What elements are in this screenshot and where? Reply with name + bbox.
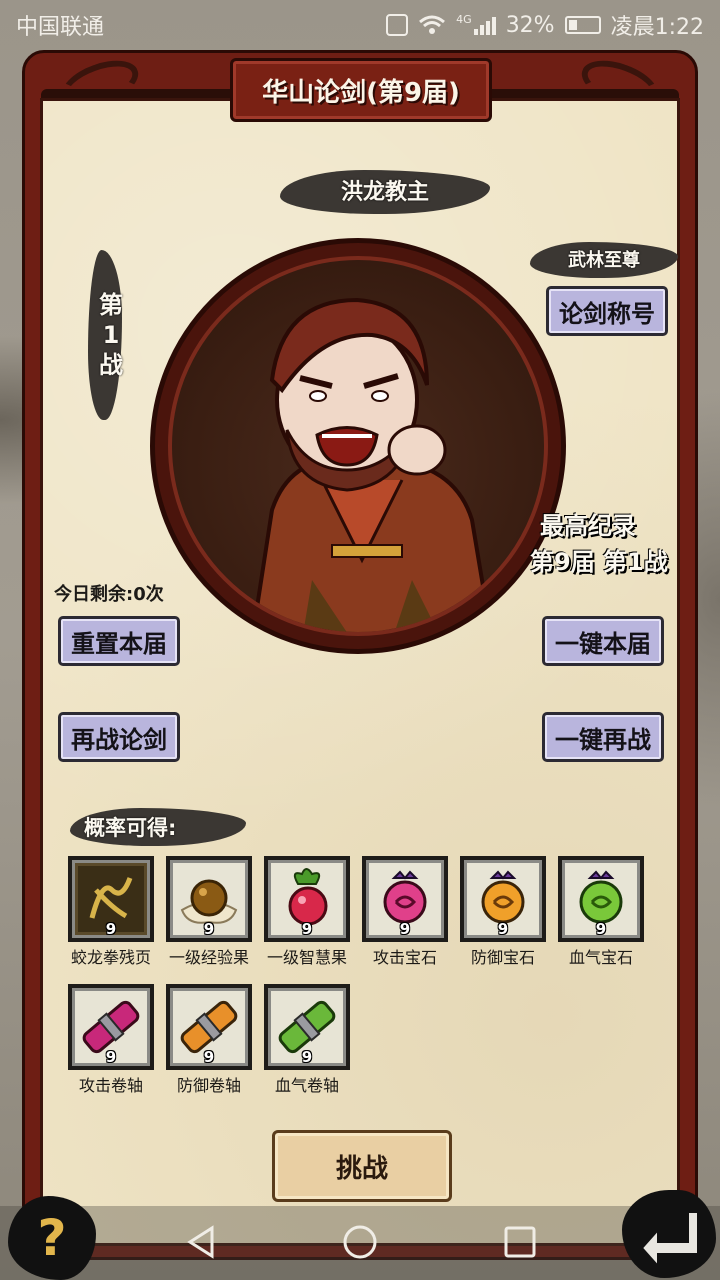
reward-item[interactable]: 9 <box>558 856 644 942</box>
battle-number-line2: 1 <box>102 321 120 349</box>
battle-number: 第 1 战 <box>96 290 126 380</box>
home-circle-icon[interactable] <box>340 1222 380 1262</box>
wifi-icon <box>419 15 446 34</box>
status-bar: 中国联通 4G 32% 凌晨1:22 <box>0 0 720 50</box>
recents-square-icon[interactable] <box>500 1222 540 1262</box>
battery-percent: 32% <box>505 12 555 38</box>
page-title: 华山论剑(第9届) <box>262 77 460 108</box>
item-count: 9 <box>105 1048 117 1066</box>
rank-title: 武林至尊 <box>568 250 640 271</box>
item-count: 9 <box>399 920 411 938</box>
reward-item[interactable]: 9 <box>460 856 546 942</box>
return-button[interactable] <box>622 1190 716 1278</box>
status-icons: 4G 32% 凌晨1:22 <box>386 9 704 41</box>
item-count: 9 <box>105 920 117 938</box>
reward-item[interactable]: 9 <box>264 856 350 942</box>
network-type: 4G <box>456 12 472 26</box>
reward-name: 血气宝石 <box>568 948 633 967</box>
rewards-label: 概率可得: <box>84 816 177 840</box>
reward-name: 攻击宝石 <box>372 948 437 967</box>
remaining-attempts: 今日剩余:0次 <box>54 584 164 605</box>
item-count: 9 <box>595 920 607 938</box>
help-button[interactable]: ? <box>8 1196 96 1280</box>
battle-number-line3: 战 <box>99 351 123 379</box>
item-count: 9 <box>497 920 509 938</box>
back-triangle-icon[interactable] <box>182 1222 222 1262</box>
opponent-portrait <box>168 256 548 636</box>
challenge-button[interactable]: 挑战 <box>272 1130 452 1202</box>
item-count: 9 <box>301 920 313 938</box>
clock: 凌晨1:22 <box>610 15 704 40</box>
reward-item[interactable]: 9 <box>264 984 350 1070</box>
best-record-value: 第9届 第1战 <box>530 548 668 576</box>
reward-name: 血气卷轴 <box>274 1076 339 1095</box>
battery-icon <box>564 16 601 34</box>
opponent-name: 洪龙教主 <box>340 180 429 205</box>
signal-icon <box>473 15 496 35</box>
carrier-name: 中国联通 <box>16 15 105 40</box>
battle-number-line1: 第 <box>99 291 123 319</box>
return-arrow-icon <box>640 1211 699 1269</box>
reward-item[interactable]: 9 <box>166 856 252 942</box>
opponent-character-image <box>251 297 493 632</box>
rechallenge-button[interactable]: 再战论剑 <box>58 712 180 762</box>
item-count: 9 <box>301 1048 313 1066</box>
reward-name: 蛟龙拳残页 <box>70 948 151 967</box>
reward-item[interactable]: 9 <box>362 856 448 942</box>
item-count: 9 <box>203 1048 215 1066</box>
reward-item[interactable]: 9 <box>166 984 252 1070</box>
reward-item[interactable]: 9 <box>68 856 154 942</box>
vibrate-icon <box>386 14 409 36</box>
one-key-current-button[interactable]: 一键本届 <box>542 616 664 666</box>
one-key-again-button[interactable]: 一键再战 <box>542 712 664 762</box>
reset-button[interactable]: 重置本届 <box>58 616 180 666</box>
reward-name: 一级智慧果 <box>266 948 347 967</box>
title-button[interactable]: 论剑称号 <box>546 286 668 336</box>
item-count: 9 <box>203 920 215 938</box>
reward-name: 攻击卷轴 <box>78 1076 143 1095</box>
best-record-label: 最高纪录 <box>540 512 636 540</box>
reward-item[interactable]: 9 <box>68 984 154 1070</box>
reward-name: 防御宝石 <box>470 948 535 967</box>
reward-name: 一级经验果 <box>168 948 249 967</box>
reward-name: 防御卷轴 <box>176 1076 241 1095</box>
